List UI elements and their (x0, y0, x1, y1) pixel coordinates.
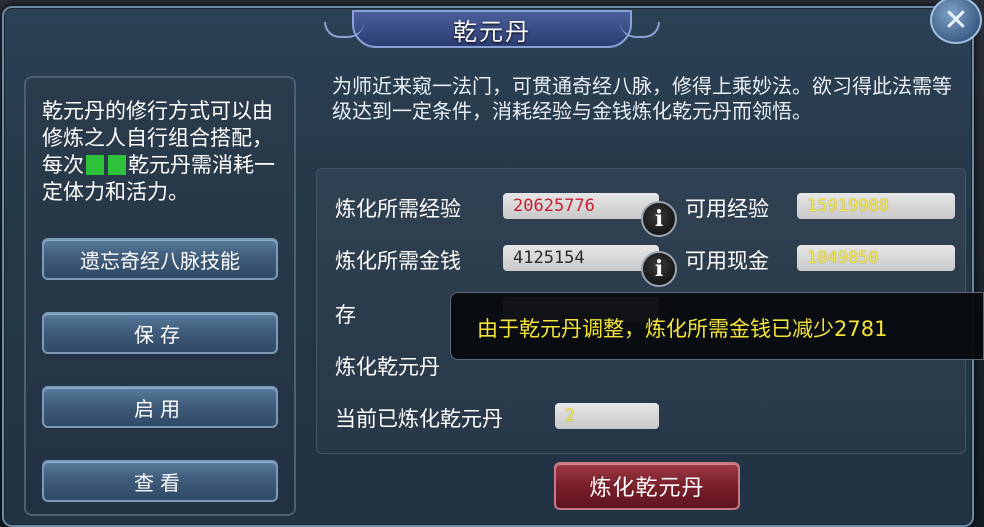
available-exp-value: 15919988 (797, 193, 955, 219)
available-exp-label: 可用经验 (685, 197, 769, 221)
available-cash-label: 可用现金 (685, 249, 769, 273)
required-exp-value: 20625776 (503, 193, 659, 219)
required-money-label: 炼化所需金钱 (335, 249, 461, 273)
refine-progress-label: 炼化乾元丹 (335, 355, 440, 379)
title-ornament-left (324, 22, 364, 38)
left-panel: 乾元丹的修行方式可以由修炼之人自行组合搭配，每次 乾元丹需消耗一定体力和活力。 遗… (24, 76, 296, 516)
save-button[interactable]: 保存 (42, 312, 278, 354)
available-cash-value: 1049850 (797, 245, 955, 271)
title-ornament-right (620, 22, 660, 38)
deposit-label: 存 (335, 303, 356, 327)
enable-button[interactable]: 启用 (42, 386, 278, 428)
intro-text: 为师近来窥一法门，可贯通奇经八脉，修得上乘妙法。欲习得此法需等级达到一定条件，消… (332, 74, 952, 123)
required-exp-label: 炼化所需经验 (335, 197, 461, 221)
view-button[interactable]: 查看 (42, 460, 278, 502)
window-title: 乾元丹 (453, 17, 531, 46)
refine-button[interactable]: 炼化乾元丹 (554, 462, 740, 510)
rules-description: 乾元丹的修行方式可以由修炼之人自行组合搭配，每次 乾元丹需消耗一定体力和活力。 (42, 98, 290, 206)
forget-skills-button[interactable]: 遗忘奇经八脉技能 (42, 238, 278, 280)
info-icon[interactable]: i (641, 251, 677, 287)
required-money-value: 4125154 (503, 245, 659, 271)
hidden-count-marker (108, 155, 126, 175)
current-refined-value: 2 (555, 403, 659, 429)
hidden-count-marker (86, 155, 104, 175)
window-title-tab: 乾元丹 (324, 10, 660, 48)
qianyuandan-window: 乾元丹 乾元丹的修行方式可以由修炼之人自行组合搭配，每次 乾元丹需消耗一定体力和活… (2, 6, 974, 527)
current-refined-label: 当前已炼化乾元丹 (335, 407, 503, 431)
tooltip: 由于乾元丹调整，炼化所需金钱已减少2781 (450, 292, 984, 360)
tooltip-text: 由于乾元丹调整，炼化所需金钱已减少2781 (477, 317, 888, 341)
info-icon[interactable]: i (641, 201, 677, 237)
